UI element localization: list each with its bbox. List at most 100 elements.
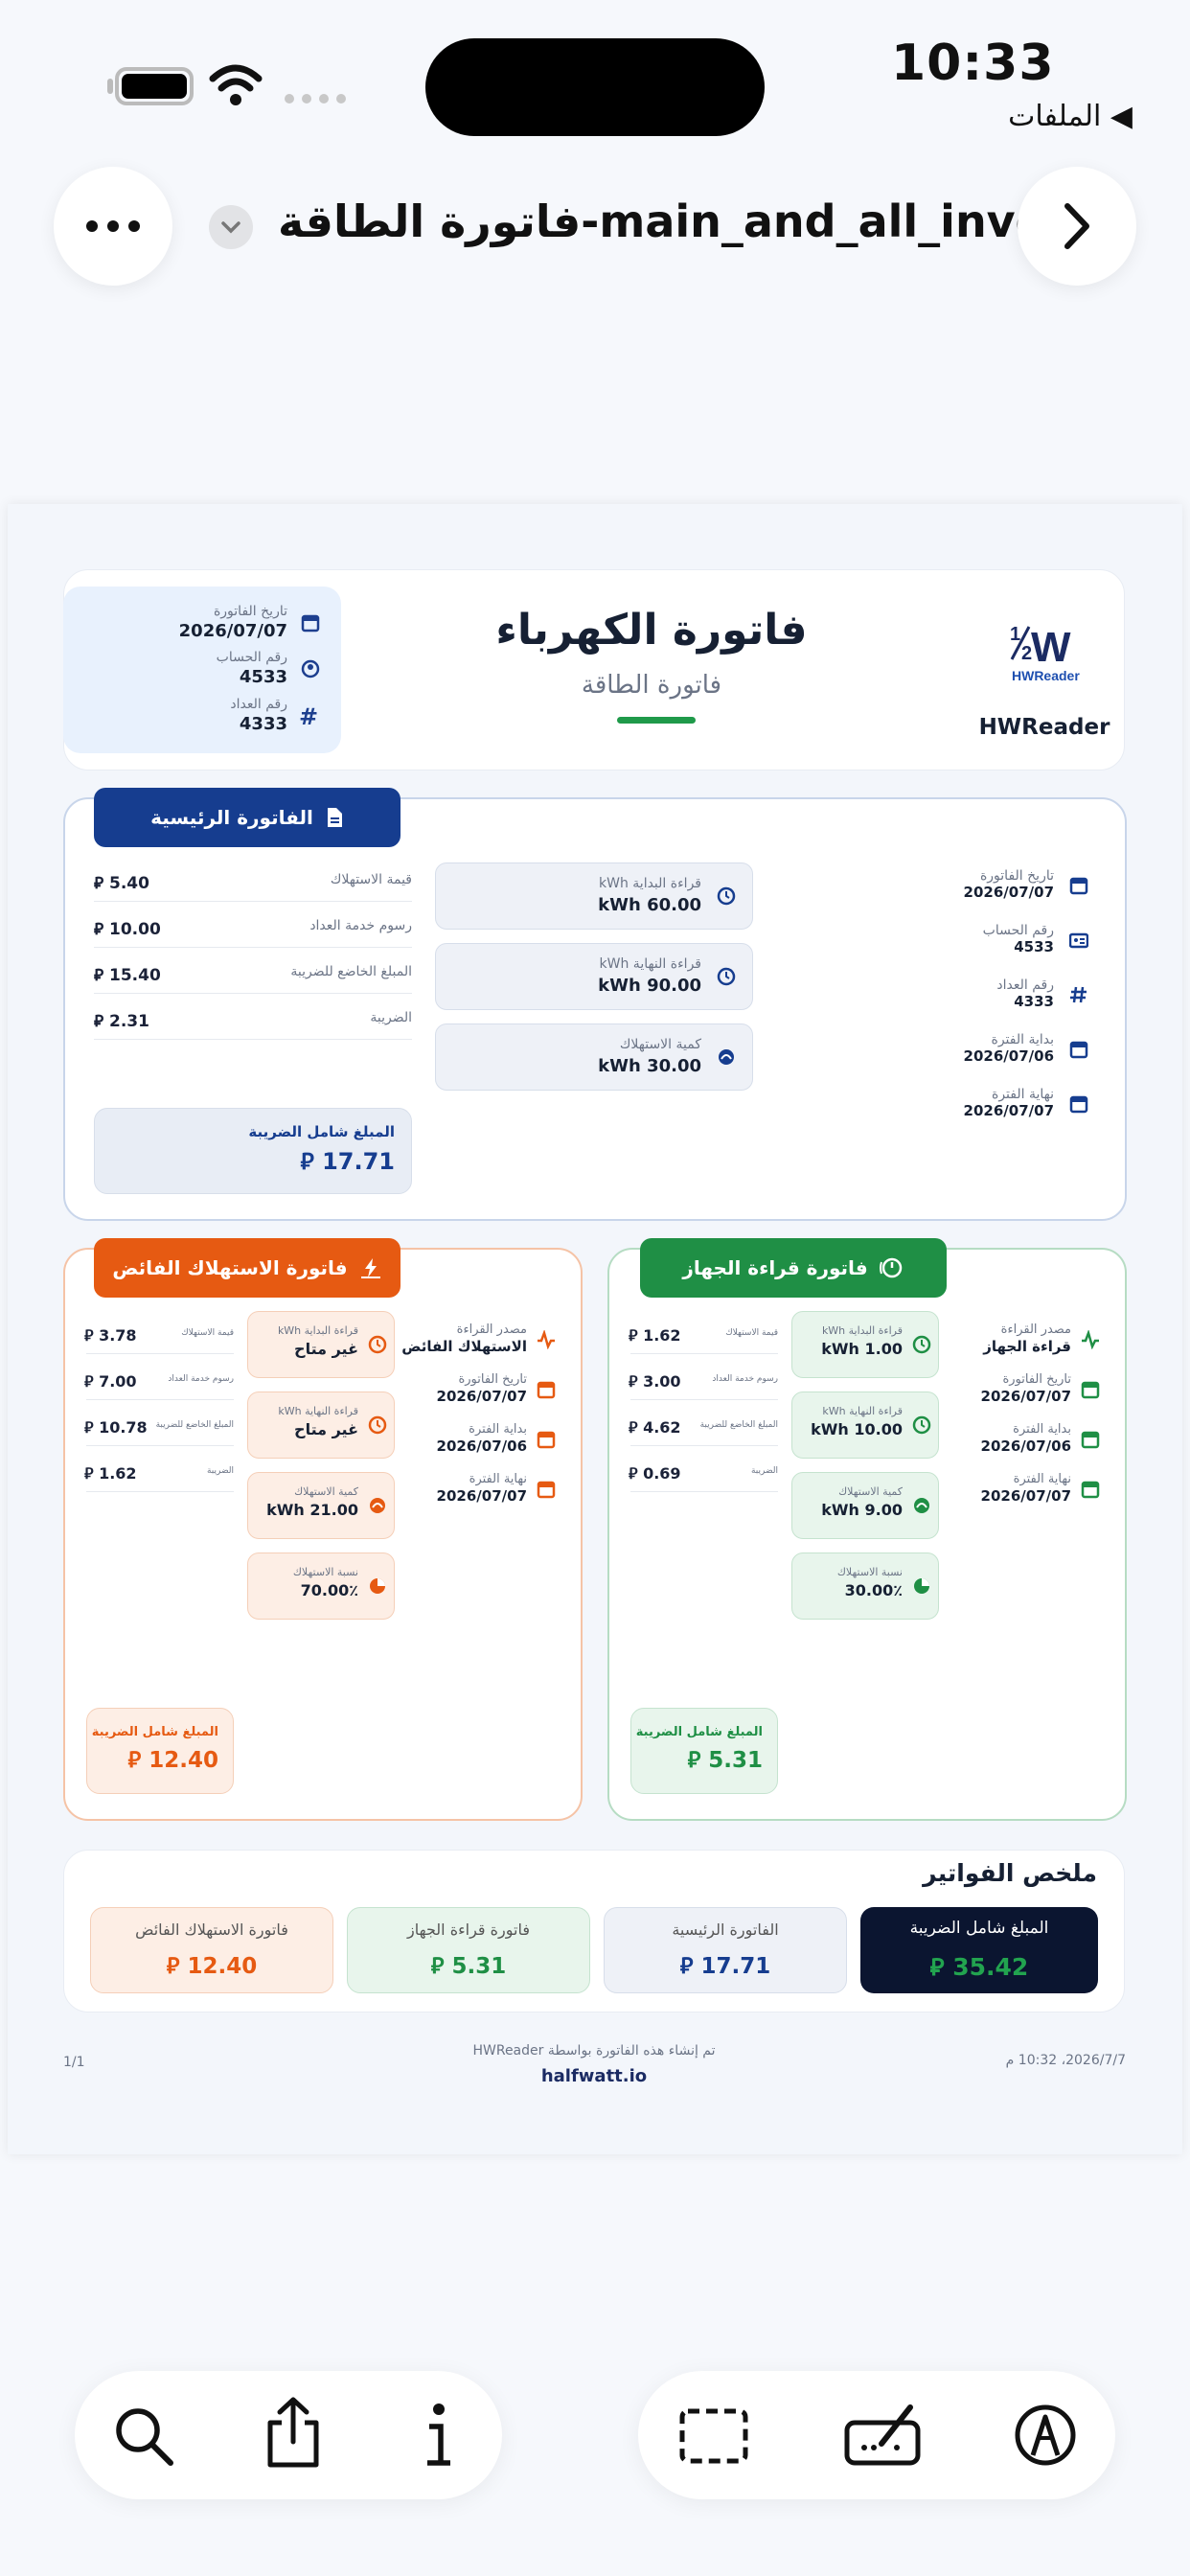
reading-label: قراءة البداية kWh [277,1324,358,1337]
document-title[interactable]: فاتورة الطاقة-main_and_all_invo... [278,196,1096,247]
excess-lightning-icon [360,1258,380,1278]
detail-pulse-icon [1082,1330,1099,1349]
detail-value: 2026/07/06 [436,1438,527,1455]
select-icon[interactable] [678,2407,749,2465]
more-button[interactable] [54,167,172,286]
summary-value: ⃁ 12.40 [166,1954,258,1979]
footer-site-link[interactable]: halfwatt.io [402,2066,786,2086]
forward-button[interactable] [1018,167,1136,286]
cellular-signal-icon [285,94,346,104]
detail-cal-icon [1081,1381,1100,1399]
charge-value: ⃁ 1.62 [84,1464,137,1483]
charge-label: رسوم خدمة العداد [309,918,412,933]
detail-value: 2026/07/07 [963,1102,1054,1119]
reading-label: كمية الاستهلاك [294,1485,358,1498]
dynamic-island [425,38,765,136]
detail-cal-icon [1081,1481,1100,1499]
battery-nub [107,79,113,94]
summary-excess-box: فاتورة الاستهلاك الفائض ⃁ 12.40 [90,1907,333,1993]
detail-label: تاريخ الفاتورة [458,1372,527,1387]
charge-divider [630,1445,778,1446]
charge-divider [86,1399,234,1400]
summary-label: المبلغ شامل الضريبة [909,1919,1049,1938]
document-icon [327,808,342,827]
detail-label: نهاية الفترة [469,1472,527,1486]
back-to-files-link[interactable]: ◀ الملفات [1008,100,1133,133]
excess-total-value: ⃁ 12.40 [127,1748,218,1773]
detail-value: 4333 [1014,993,1054,1010]
markup-icon[interactable] [1014,2404,1077,2467]
currency-symbol: ⃁ [300,1148,314,1175]
detail-cal-icon [537,1481,556,1499]
wifi-icon [209,64,263,105]
detail-value: 2026/07/07 [963,884,1054,901]
svg-text:W: W [1031,624,1071,671]
detail-value: 2026/07/06 [980,1438,1071,1455]
charge-value: ⃁ 10.78 [84,1418,148,1437]
detail-cal-icon [1069,1095,1088,1114]
detail-label: رقم الحساب [982,923,1054,938]
footer-datetime: 2026/7/7، 10:32 م [1005,2053,1126,2068]
charge-divider [94,1039,412,1040]
detail-cal-icon [1069,1041,1088,1059]
excess-total-label: المبلغ شامل الضريبة [91,1725,218,1739]
summary-total-box: المبلغ شامل الضريبة ⃁ 35.42 [860,1907,1098,1993]
summary-value: ⃁ 35.42 [929,1953,1029,1981]
charge-value: ⃁ 2.31 [94,1012,149,1031]
ellipsis-icon [86,220,140,232]
detail-label: مصدر القراءة [456,1322,527,1337]
main-total-value: ⃁ 17.71 [300,1148,395,1175]
reading-pie-icon [914,1578,929,1594]
search-icon[interactable] [113,2405,176,2469]
summary-value: ⃁ 5.31 [430,1954,507,1979]
signature-icon[interactable] [843,2402,922,2467]
reading-value: غير متاح [294,1340,358,1358]
reading-label: قراءة النهاية kWh [278,1405,358,1417]
detail-cal-icon [537,1431,556,1449]
share-icon[interactable] [264,2396,322,2469]
summary-main-box: الفاتورة الرئيسية ⃁ 17.71 [604,1907,847,1993]
chevron-down-icon [221,221,240,234]
detail-label: نهاية الفترة [992,1087,1054,1102]
reading-value: غير متاح [294,1420,358,1438]
reading-label: قراءة النهاية kWh [822,1405,903,1417]
detail-cal-icon [537,1381,556,1399]
detail-label: تاريخ الفاتورة [1002,1372,1071,1387]
info-value: 4533 [239,667,287,687]
detail-label: نهاية الفترة [1013,1472,1071,1486]
user-circle-icon [301,659,320,678]
info-icon[interactable] [422,2402,456,2469]
device-reading-icon [879,1257,902,1278]
reading-label: كمية الاستهلاك [619,1037,701,1052]
reading-pie-icon [370,1578,385,1594]
invoice-subtitle: فاتورة الطاقة [581,671,722,700]
main-invoice-badge: الفاتورة الرئيسية [94,788,400,847]
detail-cal-icon [1069,877,1088,895]
footer-page-number: 1/1 [63,2055,85,2070]
reading-value: 30.00 kWh [598,1056,701,1076]
detail-value: الاستهلاك الفائض [401,1338,527,1355]
charge-divider [630,1399,778,1400]
brand-name: HWReader [978,715,1110,740]
reading-label: قراءة البداية kWh [821,1324,903,1337]
reading-label: كمية الاستهلاك [838,1485,903,1498]
hash-icon: # [299,703,319,730]
invoice-title: فاتورة الكهرباء [495,606,808,655]
info-value: 4333 [239,714,287,734]
status-time: 10:33 [891,34,1055,92]
reading-clock-icon [717,967,736,986]
summary-value: ⃁ 17.71 [679,1954,771,1979]
summary-label: فاتورة الاستهلاك الفائض [135,1920,288,1939]
reading-value: 90.00 kWh [598,976,701,996]
info-label: رقم العداد [230,697,287,712]
excess-invoice-badge-label: فاتورة الاستهلاك الفائض [112,1256,348,1279]
detail-value: 4533 [1014,938,1054,955]
reading-value: 10.00 kWh [811,1420,903,1438]
reading-value: 9.00 kWh [821,1501,903,1519]
detail-id-icon [1069,932,1088,949]
title-menu-button[interactable] [209,205,253,249]
detail-label: مصدر القراءة [1000,1322,1071,1337]
battery-icon [115,67,194,105]
detail-label: بداية الفترة [469,1422,527,1437]
charge-divider [86,1445,234,1446]
